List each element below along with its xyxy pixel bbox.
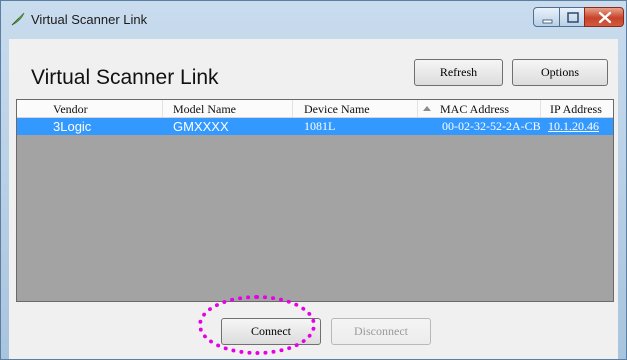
column-divider[interactable] [540, 100, 541, 117]
minimize-button[interactable] [533, 7, 560, 27]
disconnect-button: Disconnect [331, 318, 431, 345]
maximize-icon [567, 12, 579, 23]
column-header-ip-address[interactable]: IP Address [550, 102, 602, 117]
column-divider[interactable] [292, 100, 293, 117]
table-row-selected[interactable]: 3Logic GMXXXX 1081L 00-02-32-52-2A-CB 10… [17, 118, 613, 135]
feather-app-icon [10, 11, 26, 27]
column-header-device-name[interactable]: Device Name [304, 102, 370, 117]
page-title: Virtual Scanner Link [31, 66, 219, 89]
cell-ip-address-link[interactable]: 10.1.20.46 [548, 119, 599, 134]
app-window: Virtual Scanner Link Virtual Scanner Lin… [0, 0, 627, 360]
connect-button[interactable]: Connect [221, 318, 321, 345]
column-header-vendor[interactable]: Vendor [53, 102, 88, 117]
column-header-model-name[interactable]: Model Name [173, 102, 236, 117]
minimize-icon [542, 19, 553, 24]
column-divider[interactable] [417, 100, 418, 117]
window-title: Virtual Scanner Link [31, 12, 148, 27]
cell-model-name: GMXXXX [173, 119, 229, 134]
cell-mac-address: 00-02-32-52-2A-CB [442, 119, 541, 133]
close-icon [598, 11, 612, 24]
close-button[interactable] [584, 7, 624, 27]
maximize-button[interactable] [559, 7, 585, 27]
sort-ascending-icon [423, 106, 431, 111]
column-header-mac-address[interactable]: MAC Address [440, 102, 509, 117]
cell-vendor: 3Logic [53, 119, 92, 134]
refresh-button[interactable]: Refresh [414, 59, 503, 86]
table-header: Vendor Model Name Device Name MAC Addres… [17, 100, 613, 118]
title-bar[interactable]: Virtual Scanner Link [1, 1, 626, 39]
cell-device-name: 1081L [304, 119, 336, 133]
column-divider[interactable] [162, 100, 163, 117]
scanner-list[interactable]: Vendor Model Name Device Name MAC Addres… [16, 99, 614, 302]
options-button[interactable]: Options [512, 59, 608, 86]
